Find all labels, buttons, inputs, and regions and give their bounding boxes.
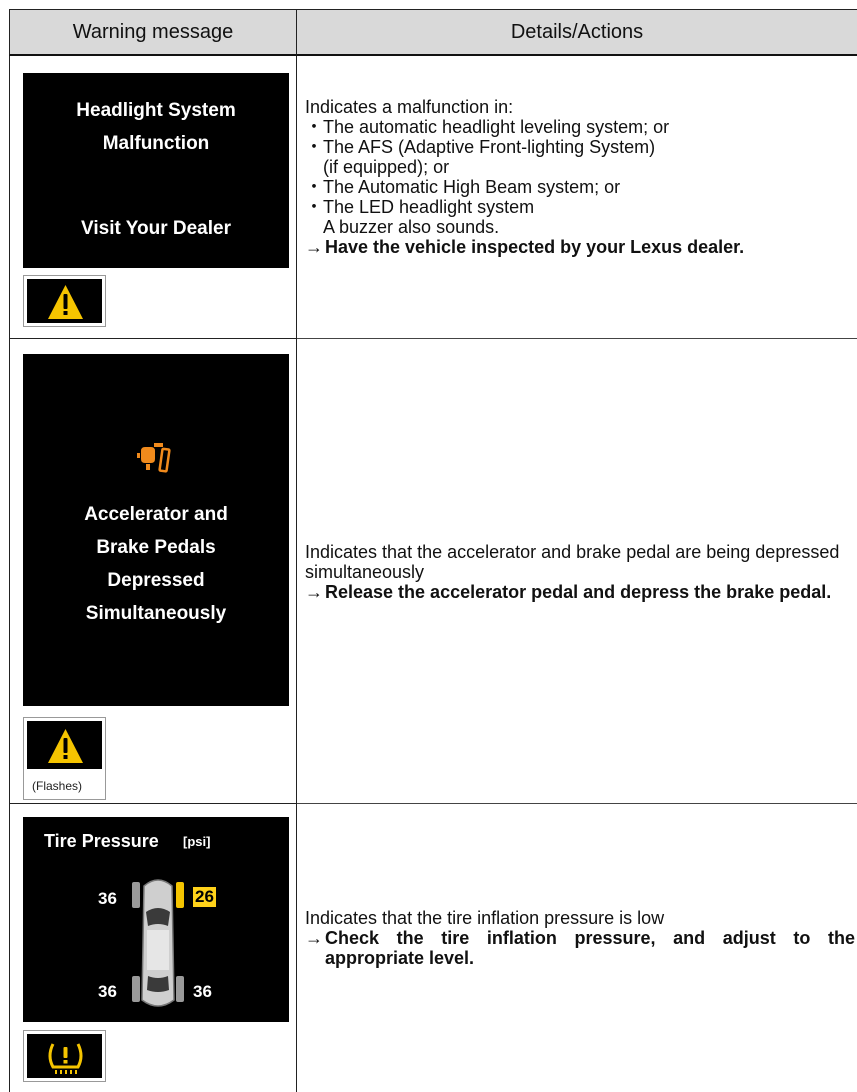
details-text: Indicates that the tire inflation pressu… xyxy=(305,908,855,968)
detail-action-text: Release the accelerator pedal and depres… xyxy=(325,582,832,602)
screen-line: Simultaneously xyxy=(85,603,227,624)
detail-action: → Release the accelerator pedal and depre… xyxy=(305,582,855,602)
pedal-icon xyxy=(137,443,171,473)
detail-bullet-continuation: (if equipped); or xyxy=(323,157,450,177)
warning-table: Warning message Details/Actions Headligh… xyxy=(9,9,857,1092)
detail-intro: Indicates that the accelerator and brake… xyxy=(305,542,840,582)
warning-triangle-icon xyxy=(48,285,83,319)
detail-action: → Check the tire inflation pressure, and … xyxy=(305,928,855,968)
column-header-details-actions: Details/Actions xyxy=(297,9,857,56)
master-warning-indicator-flashing: (Flashes) xyxy=(23,717,106,800)
detail-bullet: The LED headlight system xyxy=(305,197,855,217)
tire-pressure-warning-icon xyxy=(48,1043,83,1074)
details-text: Indicates that the accelerator and brake… xyxy=(305,542,855,602)
row-pedal-details-cell: Indicates that the accelerator and brake… xyxy=(297,339,857,804)
column-header-warning-message-label: Warning message xyxy=(72,20,234,43)
detail-bullet: The Automatic High Beam system; or xyxy=(305,177,855,197)
tire-pressure-front-right-low: 26 xyxy=(193,887,216,907)
screen-line: Malfunction xyxy=(102,133,210,154)
tire-pressure-rear-left: 36 xyxy=(98,982,117,1001)
detail-action-text: Have the vehicle inspected by your Lexus… xyxy=(325,237,745,257)
display-screen-pedal: Accelerator and Brake Pedals Depressed S… xyxy=(23,354,289,706)
tire-pressure-warning-indicator xyxy=(23,1030,106,1082)
row-tire-pressure-cell: Tire Pressure [psi] 36 26 36 36 xyxy=(9,804,297,1092)
master-warning-indicator xyxy=(23,275,106,327)
tire-pressure-unit: [psi] xyxy=(183,834,211,849)
arrow-icon: → xyxy=(305,237,323,257)
detail-action: → Have the vehicle inspected by your Lexu… xyxy=(305,237,855,257)
screen-line: Accelerator and xyxy=(84,504,228,525)
row-pedal-warning-cell: Accelerator and Brake Pedals Depressed S… xyxy=(9,339,297,804)
tire-pressure-front-left: 36 xyxy=(98,889,117,908)
display-screen-tire-pressure: Tire Pressure [psi] 36 26 36 36 xyxy=(23,817,289,1022)
row-headlight-warning-cell: Headlight System Malfunction Visit Your … xyxy=(9,56,297,339)
detail-bullet: The AFS (Adaptive Front-lighting System) xyxy=(305,137,855,157)
tire-pressure-rear-right: 36 xyxy=(193,982,212,1001)
screen-line: Brake Pedals xyxy=(96,537,216,558)
detail-bullet-continuation: A buzzer also sounds. xyxy=(323,217,500,237)
tire-pressure-title: Tire Pressure xyxy=(44,831,159,851)
detail-action-text: Check the tire inflation pressure, and a… xyxy=(325,928,855,968)
screen-line: Headlight System xyxy=(76,100,236,121)
detail-intro: Indicates that the tire inflation pressu… xyxy=(305,908,665,928)
screen-line: Visit Your Dealer xyxy=(81,218,231,239)
arrow-icon: → xyxy=(305,582,323,602)
column-header-warning-message: Warning message xyxy=(9,9,297,56)
detail-bullet: The automatic headlight leveling system;… xyxy=(305,117,855,137)
display-screen-headlight: Headlight System Malfunction Visit Your … xyxy=(23,73,289,268)
warning-triangle-icon xyxy=(48,729,83,763)
row-headlight-details-cell: Indicates a malfunction in: The automati… xyxy=(297,56,857,339)
car-top-view-icon xyxy=(132,879,184,1007)
details-text: Indicates a malfunction in: The automati… xyxy=(305,97,855,257)
arrow-icon: → xyxy=(305,928,323,948)
detail-intro: Indicates a malfunction in: xyxy=(305,97,514,117)
column-header-details-actions-label: Details/Actions xyxy=(510,20,644,43)
flashes-caption: (Flashes) xyxy=(32,779,83,793)
row-tire-pressure-details-cell: Indicates that the tire inflation pressu… xyxy=(297,804,857,1092)
screen-line: Depressed xyxy=(107,570,205,591)
